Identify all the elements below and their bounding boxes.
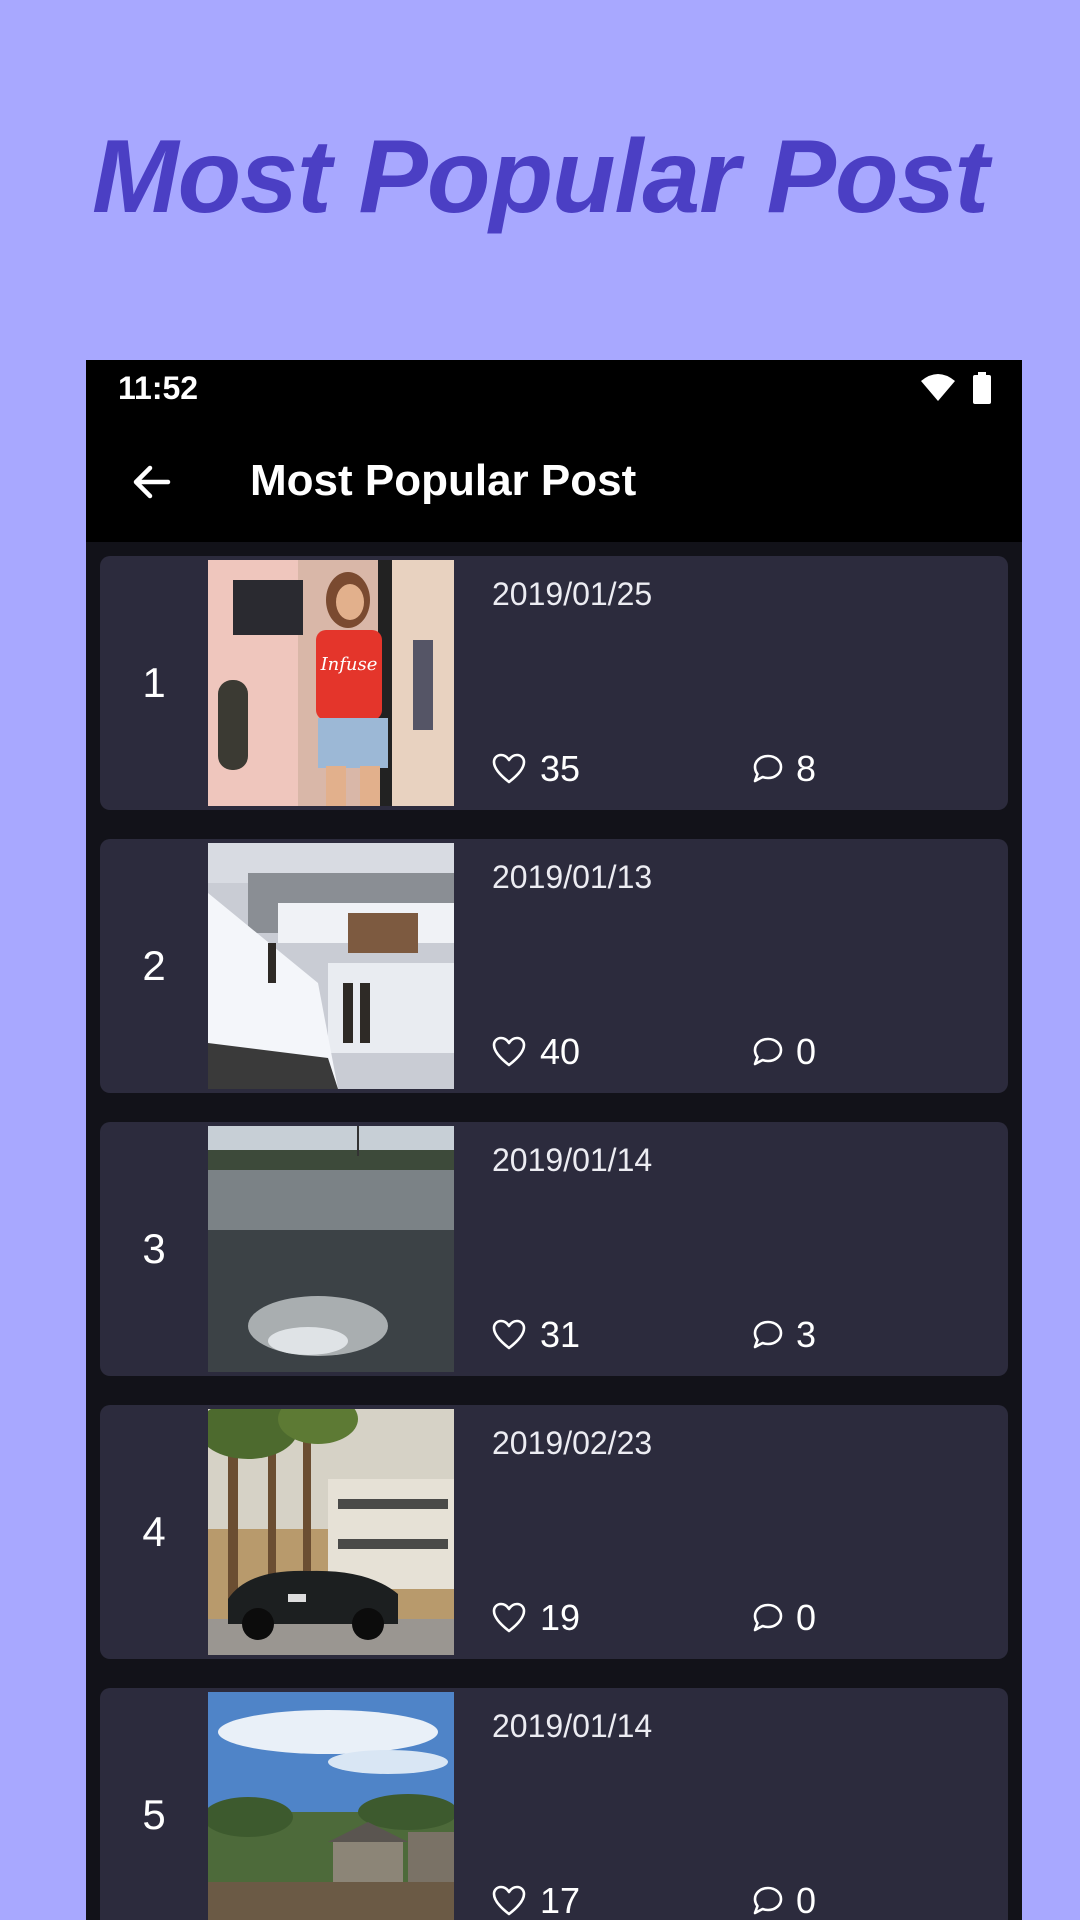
comment-count[interactable]: 8: [752, 748, 816, 790]
svg-text:Infuse: Infuse: [320, 654, 378, 675]
post-rank: 2: [142, 942, 166, 989]
status-time: 11:52: [118, 370, 199, 406]
like-count[interactable]: 40: [492, 1031, 580, 1073]
comment-count-value: 8: [796, 748, 817, 789]
heart-icon: [492, 1885, 526, 1917]
post-rank: 1: [142, 659, 166, 706]
wifi-icon: [920, 373, 956, 403]
post-card[interactable]: 1 Infuse 2019/01/25 35 8: [100, 556, 1008, 810]
post-thumbnail: [208, 1126, 454, 1372]
comment-icon: [752, 1319, 784, 1351]
page-title: Most Popular Post: [250, 456, 637, 505]
arrow-left-icon: [132, 462, 172, 502]
post-thumbnail: [208, 1692, 454, 1920]
status-icons: [920, 372, 992, 404]
post-date: 2019/01/14: [492, 1142, 653, 1178]
comment-count[interactable]: 3: [752, 1314, 816, 1356]
like-count-value: 40: [540, 1031, 581, 1072]
comment-icon: [752, 753, 784, 785]
comment-count[interactable]: 0: [752, 1597, 816, 1639]
status-bar: 11:52: [86, 360, 1022, 418]
like-count-value: 35: [540, 748, 581, 789]
app-bar: Most Popular Post: [86, 418, 1022, 542]
post-card[interactable]: 3 2019/01/14 31 3: [100, 1122, 1008, 1376]
like-count-value: 17: [540, 1880, 581, 1920]
post-thumbnail: Infuse: [208, 560, 454, 806]
comment-count-value: 0: [796, 1031, 817, 1072]
post-date: 2019/01/13: [492, 859, 653, 895]
post-rank: 3: [142, 1225, 166, 1272]
comment-icon: [752, 1602, 784, 1634]
post-date: 2019/02/23: [492, 1425, 653, 1461]
post-thumbnail: [208, 843, 454, 1089]
like-count[interactable]: 35: [492, 748, 580, 790]
post-thumbnail: [208, 1409, 454, 1655]
like-count[interactable]: 19: [492, 1597, 580, 1639]
like-count-value: 19: [540, 1597, 581, 1638]
comment-count[interactable]: 0: [752, 1031, 816, 1073]
phone-screen: 11:52 Most Popular Post 1 Infuse 2019/01…: [86, 360, 1022, 1920]
post-rank: 4: [142, 1508, 166, 1555]
comment-count[interactable]: 0: [752, 1880, 816, 1920]
heart-icon: [492, 1319, 526, 1351]
post-card[interactable]: 4 2019/02/23 19 0: [100, 1405, 1008, 1659]
comment-count-value: 0: [796, 1597, 817, 1638]
like-count[interactable]: 17: [492, 1880, 580, 1920]
like-count-value: 31: [540, 1314, 581, 1355]
heart-icon: [492, 1036, 526, 1068]
like-count[interactable]: 31: [492, 1314, 580, 1356]
battery-icon: [972, 372, 992, 404]
post-rank: 5: [142, 1791, 166, 1838]
promo-title: Most Popular Post: [92, 119, 989, 235]
heart-icon: [492, 753, 526, 785]
post-card[interactable]: 5 2019/01/14 17 0: [100, 1688, 1008, 1920]
comment-count-value: 0: [796, 1880, 817, 1920]
post-date: 2019/01/25: [492, 576, 653, 612]
post-card[interactable]: 2 2019/01/13 40 0: [100, 839, 1008, 1093]
post-date: 2019/01/14: [492, 1708, 653, 1744]
comment-icon: [752, 1036, 784, 1068]
comment-count-value: 3: [796, 1314, 817, 1355]
comment-icon: [752, 1885, 784, 1917]
back-button[interactable]: [124, 454, 180, 510]
heart-icon: [492, 1602, 526, 1634]
